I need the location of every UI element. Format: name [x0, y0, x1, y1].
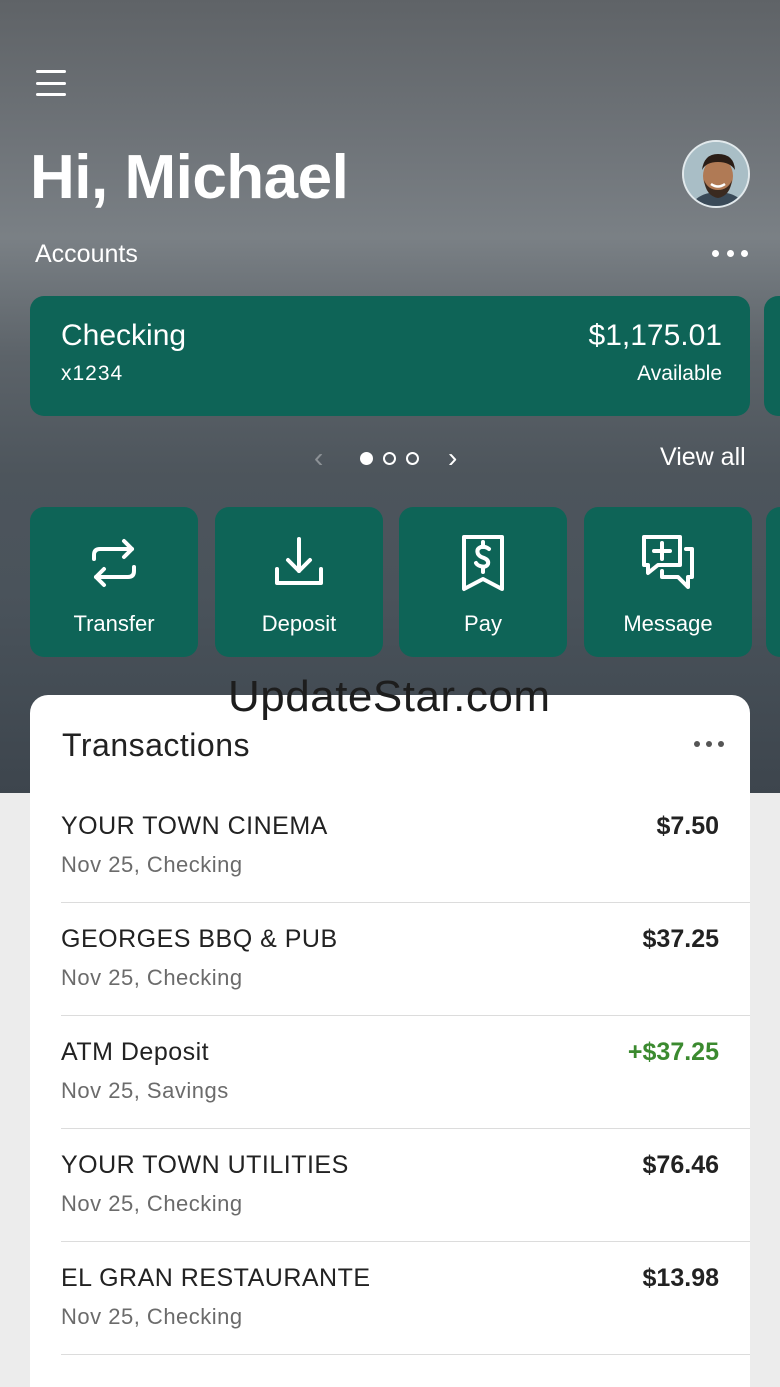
account-number: x1234	[61, 362, 124, 385]
pay-button[interactable]: Pay	[399, 507, 567, 657]
message-button[interactable]: Message	[584, 507, 752, 657]
account-balance-label: Available	[637, 362, 722, 385]
transaction-row[interactable]: GEORGES BBQ & PUB Nov 25, Checking $37.2…	[61, 903, 750, 1016]
transaction-meta: Nov 25, Savings	[61, 1078, 229, 1103]
chevron-right-icon[interactable]: ›	[448, 444, 457, 472]
transaction-row[interactable]: ATM Deposit Nov 25, Savings +$37.25	[61, 1016, 750, 1129]
transaction-amount: $13.98	[642, 1264, 719, 1292]
transaction-row[interactable]: YOUR TOWN CINEMA Nov 25, Checking $7.50	[61, 790, 750, 903]
transaction-merchant: GEORGES BBQ & PUB	[61, 925, 338, 953]
bill-dollar-icon	[455, 533, 511, 593]
pager-dot-active[interactable]	[360, 452, 373, 465]
download-tray-icon	[271, 533, 327, 593]
transaction-merchant: EL GRAN RESTAURANTE	[61, 1264, 371, 1292]
transfer-arrows-icon	[86, 533, 142, 593]
transaction-amount: $7.50	[656, 812, 719, 840]
next-account-card[interactable]	[764, 296, 780, 416]
accounts-label: Accounts	[35, 240, 138, 268]
chevron-left-icon[interactable]: ‹	[314, 444, 323, 472]
transaction-meta: Nov 25, Checking	[61, 1304, 243, 1329]
transaction-meta: Nov 25, Checking	[61, 852, 243, 877]
action-label: Pay	[464, 611, 502, 636]
account-name: Checking	[61, 319, 187, 352]
transaction-merchant: YOUR TOWN CINEMA	[61, 812, 328, 840]
user-avatar[interactable]	[682, 140, 750, 208]
view-all-link[interactable]: View all	[660, 443, 746, 472]
transaction-row[interactable]: EL GRAN RESTAURANTE Nov 25, Checking $13…	[61, 1242, 750, 1355]
action-label: Message	[623, 611, 713, 636]
greeting-title: Hi, Michael	[30, 143, 349, 212]
transaction-meta: Nov 25, Checking	[61, 1191, 243, 1216]
action-label: Transfer	[73, 611, 155, 636]
transaction-merchant: YOUR TOWN UTILITIES	[61, 1151, 349, 1179]
transactions-panel: Transactions YOUR TOWN CINEMA Nov 25, Ch…	[30, 695, 750, 1387]
pager-dot[interactable]	[406, 452, 419, 465]
hamburger-menu-icon[interactable]	[36, 70, 70, 96]
divider	[61, 1354, 750, 1355]
account-pager: ‹ ›	[310, 444, 470, 472]
transaction-meta: Nov 25, Checking	[61, 965, 243, 990]
account-balance: $1,175.01	[588, 319, 722, 352]
message-plus-icon	[640, 533, 696, 593]
next-action-button[interactable]	[766, 507, 780, 657]
transfer-button[interactable]: Transfer	[30, 507, 198, 657]
hero-background: Hi, Michael Accounts Checking x1234 $1,1…	[0, 0, 780, 793]
transactions-title: Transactions	[62, 727, 250, 763]
action-label: Deposit	[261, 611, 337, 636]
transactions-more-icon[interactable]	[694, 741, 724, 749]
account-card-checking[interactable]: Checking x1234 $1,175.01 Available	[30, 296, 750, 416]
transaction-amount: $37.25	[642, 925, 719, 953]
deposit-button[interactable]: Deposit	[215, 507, 383, 657]
transaction-amount-credit: +$37.25	[627, 1038, 719, 1066]
transaction-merchant: ATM Deposit	[61, 1038, 210, 1066]
more-dots-icon[interactable]	[712, 250, 748, 260]
pager-dot[interactable]	[383, 452, 396, 465]
transaction-amount: $76.46	[642, 1151, 719, 1179]
transaction-row[interactable]: YOUR TOWN UTILITIES Nov 25, Checking $76…	[61, 1129, 750, 1242]
